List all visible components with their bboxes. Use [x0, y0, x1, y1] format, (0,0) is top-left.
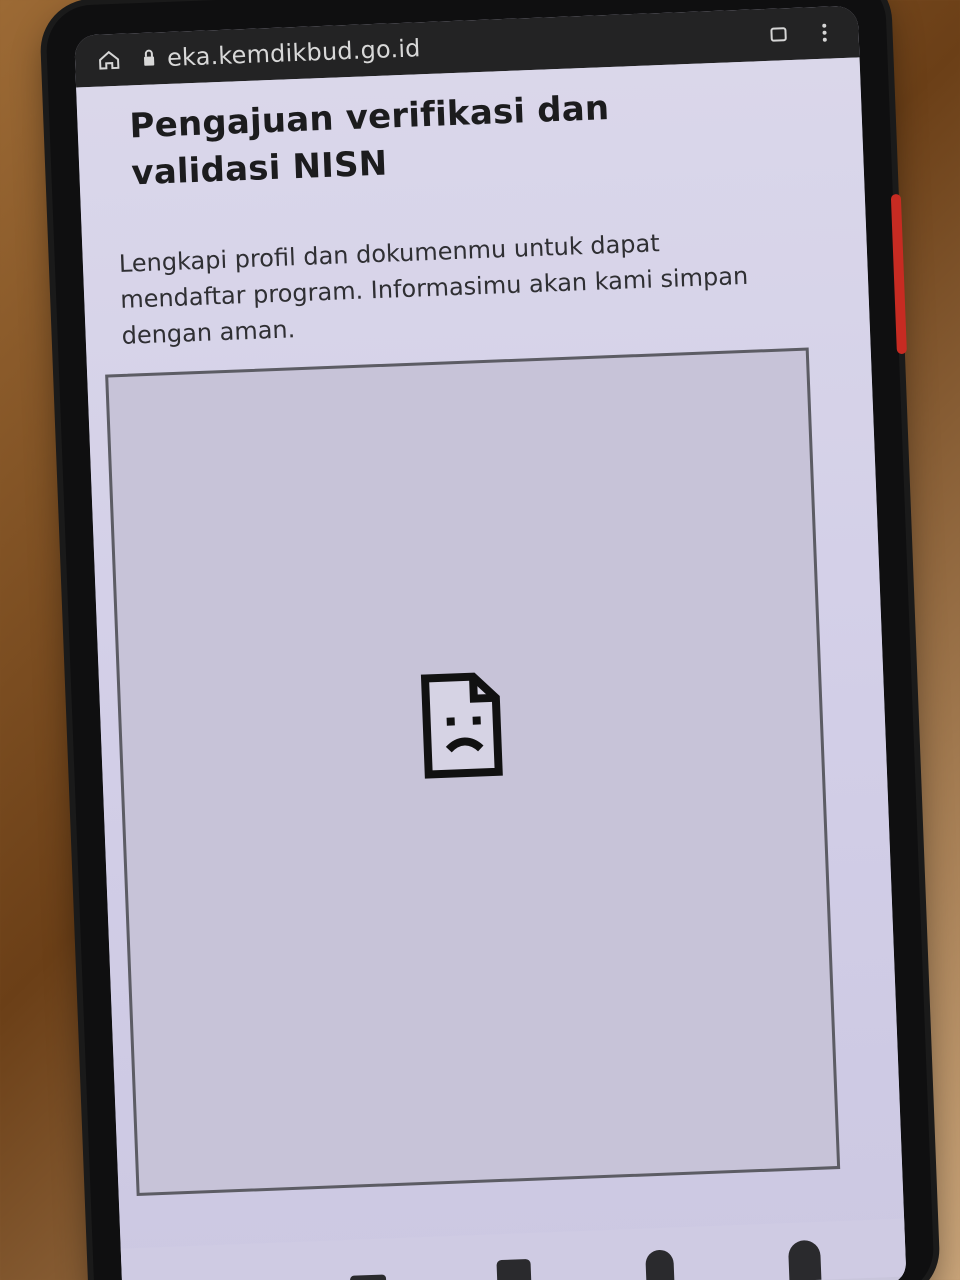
- briefcase-icon: [350, 1274, 388, 1280]
- lock-icon: [141, 44, 158, 73]
- nav-home[interactable]: [196, 1264, 249, 1280]
- home-icon[interactable]: [95, 46, 124, 75]
- bottom-navigation: [120, 1218, 907, 1280]
- nav-profile[interactable]: [778, 1239, 831, 1280]
- url-text: eka.kemdikbud.go.id: [166, 34, 422, 72]
- page-content: Pengajuan verifikasi dan validasi NISN L…: [76, 57, 907, 1280]
- side-power-button: [890, 193, 907, 355]
- nav-clipboard[interactable]: [487, 1253, 540, 1280]
- page-description: Lengkapi profil dan dokumenmu untuk dapa…: [118, 229, 749, 350]
- nav-jobs[interactable]: [342, 1258, 395, 1280]
- tabs-icon[interactable]: [764, 20, 793, 49]
- clipboard-icon: [496, 1258, 532, 1280]
- page-title: Pengajuan verifikasi dan validasi NISN: [128, 88, 611, 194]
- phone-screen: eka.kemdikbud.go.id Pengajuan verifikasi…: [74, 5, 907, 1280]
- menu-icon[interactable]: [810, 18, 839, 47]
- embedded-content-frame: [105, 347, 841, 1196]
- profile-icon: [788, 1239, 822, 1280]
- phone-device: eka.kemdikbud.go.id Pengajuan verifikasi…: [44, 0, 936, 1280]
- bookmark-icon: [644, 1249, 675, 1280]
- broken-document-icon: [417, 669, 511, 782]
- nav-bookmark[interactable]: [633, 1247, 686, 1280]
